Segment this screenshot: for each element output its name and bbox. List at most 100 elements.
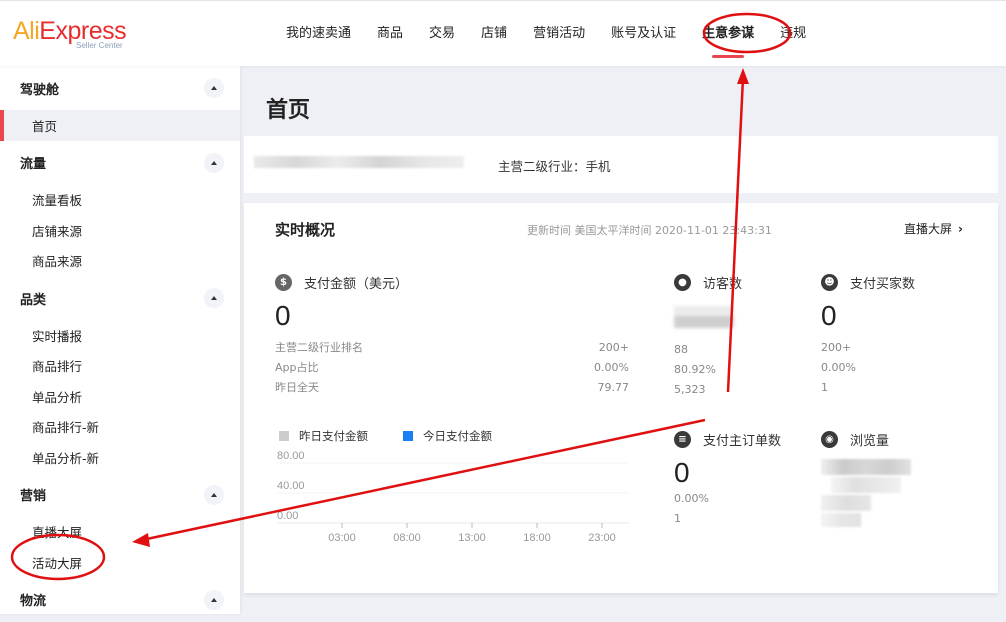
store-info-card: 主营二级行业：手机 bbox=[244, 136, 998, 193]
collapse-toggle-icon[interactable] bbox=[204, 78, 224, 98]
aliexpress-logo[interactable]: AliExpress Seller Center bbox=[13, 18, 133, 54]
nav-item-business-advisor[interactable]: 生意参谋 bbox=[702, 1, 754, 67]
blurred-store-name bbox=[254, 156, 464, 168]
sidebar-group-label: 流量 bbox=[20, 157, 47, 172]
chart-legend: 昨日支付金额 今日支付金额 bbox=[279, 428, 527, 444]
sidebar-group-label: 品类 bbox=[20, 292, 47, 308]
legend-label: 今日支付金额 bbox=[423, 429, 492, 443]
blurred-visitor-count bbox=[674, 306, 734, 328]
row-value: 200+ bbox=[821, 341, 852, 354]
x-tick-label: 18:00 bbox=[523, 532, 551, 544]
row-value: 88 bbox=[674, 343, 688, 356]
live-screen-link[interactable]: 直播大屏 › bbox=[904, 220, 963, 237]
row-value: 0.00% bbox=[674, 492, 709, 505]
nav-item-products[interactable]: 商品 bbox=[377, 1, 403, 67]
row-label: App占比 bbox=[275, 361, 319, 374]
row-value: 0.00% bbox=[594, 361, 629, 374]
nav-item-my-aliexpress[interactable]: 我的速卖通 bbox=[286, 1, 351, 67]
sidebar-group-traffic[interactable]: 流量 bbox=[0, 141, 240, 185]
row-value: 80.92% bbox=[674, 363, 716, 376]
sidebar: 驾驶舱 首页 流量 流量看板 店铺来源 商品来源 品类 实时播报 商品排行 单品… bbox=[0, 66, 240, 614]
metric-value: 0 bbox=[674, 457, 690, 488]
metric-label: 支付金额（美元） bbox=[304, 277, 409, 292]
page-title: 首页 bbox=[266, 98, 311, 123]
row-value: 1 bbox=[821, 381, 828, 394]
metric-details: 200+ 0.00% 1 bbox=[821, 338, 971, 398]
main-content: 首页 主营二级行业：手机 实时概况 更新时间 美国太平洋时间 2020-11-0… bbox=[244, 66, 1006, 614]
row-label: 昨日全天 bbox=[275, 381, 319, 394]
users-icon: ☻ bbox=[821, 274, 838, 291]
row-value: 79.77 bbox=[597, 381, 630, 394]
y-tick-label: 0.00 bbox=[277, 510, 298, 522]
x-tick-label: 03:00 bbox=[328, 532, 356, 544]
metric-visitors: ● 访客数 88 80.92% 5,323 bbox=[674, 273, 804, 400]
sidebar-group-marketing[interactable]: 营销 bbox=[0, 473, 240, 517]
legend-swatch bbox=[403, 431, 413, 441]
row-value: 0.00% bbox=[821, 361, 856, 374]
nav-item-store[interactable]: 店铺 bbox=[481, 1, 507, 67]
logo-ali: Ali bbox=[13, 17, 40, 45]
collapse-toggle-icon[interactable] bbox=[204, 484, 224, 505]
eye-icon: ◉ bbox=[821, 431, 838, 448]
payment-line-chart: 0.00 40.00 80.00 03:00 08:00 13:00 18:00 23:00 bbox=[277, 450, 629, 544]
legend-label: 昨日支付金额 bbox=[299, 429, 368, 443]
nav-item-transactions[interactable]: 交易 bbox=[429, 1, 455, 67]
nav-item-account[interactable]: 账号及认证 bbox=[611, 1, 676, 67]
paw-icon: ● bbox=[674, 274, 691, 291]
sidebar-group-cockpit[interactable]: 驾驶舱 bbox=[0, 66, 240, 110]
metric-label: 支付买家数 bbox=[850, 277, 916, 292]
sidebar-item-campaign-screen[interactable]: 活动大屏 bbox=[0, 547, 240, 578]
sidebar-item-product-ranking-new[interactable]: 商品排行-新 bbox=[0, 412, 240, 443]
chevron-right-icon: › bbox=[958, 222, 963, 236]
metric-buyers: ☻ 支付买家数 0 200+ 0.00% 1 bbox=[821, 273, 971, 398]
metric-label: 支付主订单数 bbox=[703, 434, 782, 449]
metric-details: 88 80.92% 5,323 bbox=[674, 340, 804, 400]
metric-pageviews: ◉ 浏览量 bbox=[821, 430, 971, 529]
sidebar-item-store-sources[interactable]: 店铺来源 bbox=[0, 215, 240, 246]
sidebar-item-traffic-dashboard[interactable]: 流量看板 bbox=[0, 185, 240, 216]
metric-details: 0.00% 1 bbox=[674, 489, 814, 529]
sidebar-group-category[interactable]: 品类 bbox=[0, 276, 240, 320]
sidebar-item-single-product-analysis-new[interactable]: 单品分析-新 bbox=[0, 442, 240, 473]
legend-item-today[interactable]: 今日支付金额 bbox=[403, 428, 492, 444]
collapse-toggle-icon[interactable] bbox=[204, 152, 224, 173]
industry-label: 主营二级行业：手机 bbox=[498, 159, 611, 174]
sidebar-item-home[interactable]: 首页 bbox=[0, 110, 240, 141]
row-value: 1 bbox=[674, 512, 681, 525]
sidebar-item-live-screen[interactable]: 直播大屏 bbox=[0, 517, 240, 548]
update-time: 更新时间 美国太平洋时间 2020-11-01 23:43:31 bbox=[527, 224, 772, 237]
x-tick-label: 13:00 bbox=[458, 532, 486, 544]
sidebar-group-label: 营销 bbox=[20, 489, 47, 504]
metric-orders: ≡ 支付主订单数 0 0.00% 1 bbox=[674, 430, 814, 529]
collapse-toggle-icon[interactable] bbox=[204, 589, 224, 610]
metric-label: 访客数 bbox=[703, 277, 743, 292]
realtime-overview-card: 实时概况 更新时间 美国太平洋时间 2020-11-01 23:43:31 直播… bbox=[244, 203, 998, 593]
main-nav: 我的速卖通 商品 交易 店铺 营销活动 账号及认证 生意参谋 违规 bbox=[286, 1, 832, 67]
legend-item-yesterday[interactable]: 昨日支付金额 bbox=[279, 428, 368, 444]
x-tick-label: 08:00 bbox=[393, 532, 421, 544]
metric-payment: $ 支付金额（美元） 0 主营二级行业排名 200+ App占比 0.00% 昨日全天… bbox=[275, 273, 629, 398]
nav-item-violations[interactable]: 违规 bbox=[780, 1, 806, 67]
y-tick-label: 80.00 bbox=[277, 450, 305, 462]
nav-item-marketing[interactable]: 营销活动 bbox=[533, 1, 585, 67]
dollar-icon: $ bbox=[275, 274, 292, 291]
metric-value: 0 bbox=[821, 300, 837, 331]
live-screen-link-label: 直播大屏 bbox=[904, 222, 953, 236]
sidebar-group-logistics[interactable]: 物流 bbox=[0, 578, 240, 622]
row-value: 5,323 bbox=[674, 383, 706, 396]
logo-subtitle: Seller Center bbox=[76, 41, 123, 50]
sidebar-item-realtime-report[interactable]: 实时播报 bbox=[0, 320, 240, 351]
x-tick-label: 23:00 bbox=[588, 532, 616, 544]
row-value: 200+ bbox=[598, 341, 629, 354]
sidebar-item-single-product-analysis[interactable]: 单品分析 bbox=[0, 381, 240, 412]
collapse-toggle-icon[interactable] bbox=[204, 288, 224, 308]
sidebar-group-label: 驾驶舱 bbox=[20, 82, 60, 98]
sidebar-item-product-ranking[interactable]: 商品排行 bbox=[0, 351, 240, 382]
sidebar-item-product-sources[interactable]: 商品来源 bbox=[0, 246, 240, 277]
blurred-pageview-values bbox=[821, 459, 911, 529]
row-label: 主营二级行业排名 bbox=[275, 341, 363, 354]
y-tick-label: 40.00 bbox=[277, 480, 305, 492]
metric-label: 浏览量 bbox=[850, 434, 890, 449]
realtime-title: 实时概况 bbox=[275, 221, 336, 239]
order-icon: ≡ bbox=[674, 431, 691, 448]
